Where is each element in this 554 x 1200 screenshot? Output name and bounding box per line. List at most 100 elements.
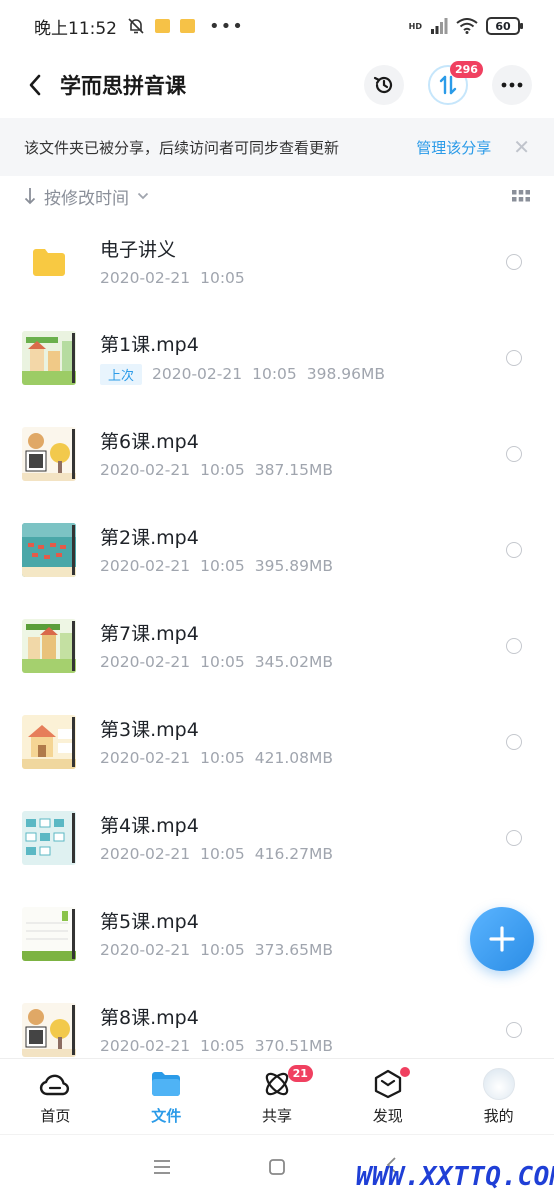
file-size: 395.89MB — [254, 557, 334, 575]
list-item[interactable]: 第2课.mp4 2020-02-21 10:05 395.89MB — [0, 502, 554, 598]
video-thumbnail — [22, 907, 76, 961]
sort-bar: 按修改时间 — [0, 178, 554, 214]
file-time: 10:05 — [200, 461, 245, 479]
arrow-down-icon — [24, 188, 36, 205]
nav-label: 发现 — [372, 1107, 403, 1125]
last-viewed-tag: 上次 — [100, 363, 143, 385]
back-button[interactable] — [18, 68, 52, 102]
file-time: 10:05 — [200, 557, 245, 575]
video-thumbnail — [22, 811, 76, 865]
select-radio[interactable] — [506, 1022, 522, 1038]
menu-icon — [154, 1160, 170, 1174]
file-time: 10:05 — [200, 1037, 245, 1055]
page-title: 学而思拼音课 — [60, 74, 186, 98]
nav-label: 我的 — [483, 1107, 514, 1125]
status-notification-icons: ••• — [127, 16, 244, 37]
video-thumbnail — [22, 331, 76, 385]
list-item[interactable]: 第4课.mp4 2020-02-21 10:05 416.27MB — [0, 790, 554, 886]
file-time: 10:05 — [200, 269, 245, 287]
list-item[interactable]: 第1课.mp4 上次 2020-02-21 10:05 398.96MB — [0, 310, 554, 406]
list-item[interactable]: 第7课.mp4 2020-02-21 10:05 345.02MB — [0, 598, 554, 694]
select-radio[interactable] — [506, 542, 522, 558]
select-radio[interactable] — [506, 638, 522, 654]
cloud-icon — [38, 1067, 72, 1101]
file-size: 387.15MB — [254, 461, 334, 479]
file-time: 10:05 — [200, 845, 245, 863]
list-item[interactable]: 第6课.mp4 2020-02-21 10:05 387.15MB — [0, 406, 554, 502]
file-date: 2020-02-21 — [100, 749, 191, 767]
home-button[interactable] — [268, 1158, 286, 1180]
battery-icon: 60 — [486, 17, 523, 35]
select-radio[interactable] — [506, 734, 522, 750]
file-time: 10:05 — [200, 749, 245, 767]
select-radio[interactable] — [506, 350, 522, 366]
file-date: 2020-02-21 — [100, 653, 191, 671]
close-icon[interactable]: ✕ — [513, 135, 530, 159]
nav-label: 共享 — [261, 1107, 292, 1125]
header-bar: 学而思拼音课 296 — [0, 52, 554, 118]
file-name: 第1课.mp4 — [100, 333, 199, 356]
nav-label: 文件 — [151, 1107, 182, 1125]
file-size: 370.51MB — [254, 1037, 334, 1055]
signal-icon — [431, 18, 448, 34]
notification-app-icon — [155, 19, 170, 33]
file-size: 421.08MB — [254, 749, 334, 767]
grid-icon — [512, 189, 530, 201]
nav-item-discover[interactable]: 发现 — [332, 1059, 443, 1134]
video-thumbnail — [22, 523, 76, 577]
file-size: 398.96MB — [306, 365, 386, 383]
hd-label: HD — [408, 21, 422, 31]
sort-button[interactable]: 按修改时间 — [24, 184, 149, 209]
more-notifications-icon: ••• — [209, 15, 244, 37]
file-date: 2020-02-21 — [100, 269, 191, 287]
video-thumbnail — [22, 1003, 76, 1057]
file-date: 2020-02-21 — [100, 557, 191, 575]
file-name: 第6课.mp4 — [100, 431, 199, 453]
avatar — [482, 1068, 515, 1100]
file-time: 10:05 — [200, 941, 245, 959]
notification-app-icon — [180, 19, 195, 33]
menu-button[interactable] — [152, 1159, 172, 1179]
bell-muted-icon — [128, 18, 144, 34]
share-notice-text: 该文件夹已被分享，后续访问者可同步查看更新 — [24, 138, 340, 157]
file-name: 第4课.mp4 — [100, 815, 199, 837]
file-date: 2020-02-21 — [152, 365, 243, 383]
file-time: 10:05 — [252, 365, 297, 383]
file-name: 第2课.mp4 — [100, 527, 199, 549]
nav-item-profile[interactable]: 我的 — [443, 1059, 554, 1134]
list-item[interactable]: 第8课.mp4 2020-02-21 10:05 370.51MB — [0, 982, 554, 1058]
file-name: 第8课.mp4 — [100, 1007, 199, 1029]
avatar-icon — [482, 1067, 516, 1101]
new-dot-indicator — [400, 1067, 411, 1077]
list-item[interactable]: 电子讲义 2020-02-21 10:05 — [0, 214, 554, 310]
plus-icon — [489, 926, 515, 952]
status-time: 晚上11:52 — [34, 18, 117, 39]
list-item[interactable]: 第3课.mp4 2020-02-21 10:05 421.08MB — [0, 694, 554, 790]
share-count-badge: 21 — [287, 1065, 313, 1082]
wifi-icon — [456, 18, 478, 34]
file-size: 416.27MB — [254, 845, 334, 863]
select-radio[interactable] — [506, 254, 522, 270]
file-size: 345.02MB — [254, 653, 334, 671]
file-name: 电子讲义 — [100, 239, 177, 261]
transfer-list-button[interactable]: 296 — [428, 61, 483, 105]
video-thumbnail — [22, 715, 76, 769]
more-options-button[interactable] — [492, 65, 532, 105]
share-notice-banner: 该文件夹已被分享，后续访问者可同步查看更新 管理该分享 ✕ — [0, 118, 554, 176]
select-radio[interactable] — [506, 446, 522, 462]
select-radio[interactable] — [506, 830, 522, 846]
nav-label: 首页 — [40, 1107, 71, 1125]
nav-item-share[interactable]: 21 共享 — [222, 1059, 333, 1134]
history-button[interactable] — [364, 65, 404, 105]
file-date: 2020-02-21 — [100, 461, 191, 479]
grid-view-toggle[interactable] — [512, 187, 530, 206]
add-button[interactable] — [470, 907, 534, 971]
sort-label: 按修改时间 — [44, 188, 129, 209]
nav-item-home[interactable]: 首页 — [0, 1059, 111, 1134]
file-name: 第5课.mp4 — [100, 911, 199, 933]
chevron-left-icon — [29, 74, 41, 96]
manage-share-link[interactable]: 管理该分享 — [416, 137, 491, 158]
nav-item-files[interactable]: 文件 — [111, 1059, 222, 1134]
more-horizontal-icon — [501, 82, 523, 88]
chevron-down-icon — [137, 192, 149, 200]
